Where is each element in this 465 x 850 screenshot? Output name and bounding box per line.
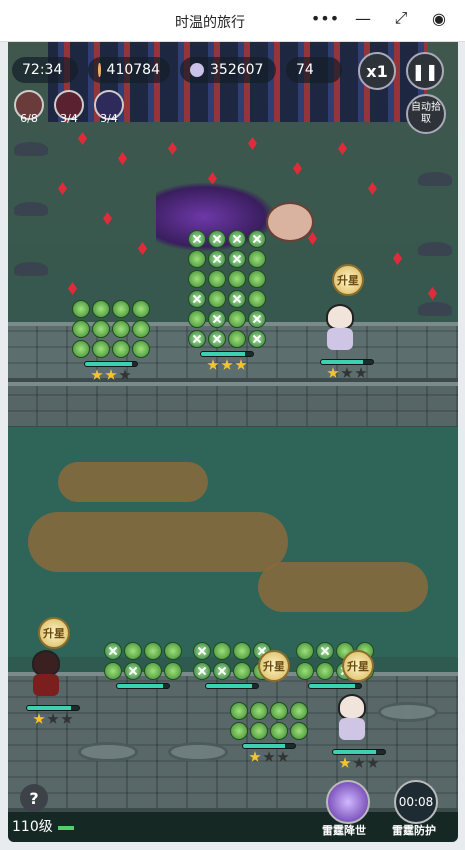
cooldown-timer: 00:08 bbox=[398, 795, 434, 809]
ult-label: 雷霆降世 bbox=[322, 824, 366, 837]
boss-egg bbox=[266, 202, 314, 242]
skill-count: 3/4 bbox=[100, 112, 118, 125]
minimize-icon[interactable]: — bbox=[351, 6, 375, 30]
upgrade-star-button[interactable]: 升星 bbox=[332, 264, 364, 296]
kill-value: 74 bbox=[296, 62, 314, 78]
unit-stars bbox=[26, 713, 80, 725]
mud-patch bbox=[28, 512, 288, 572]
speed-button[interactable]: x1 bbox=[358, 52, 396, 90]
skill-count: 3/4 bbox=[60, 112, 78, 125]
unit-hp-bar bbox=[84, 361, 138, 367]
help-button[interactable]: ? bbox=[20, 784, 48, 812]
coin-counter: 410784 bbox=[88, 57, 170, 83]
hero-sprite bbox=[320, 304, 360, 356]
unit-stars bbox=[320, 367, 374, 379]
unit-slot[interactable] bbox=[230, 702, 308, 763]
score-value: 352607 bbox=[210, 62, 264, 78]
upgrade-star-button[interactable]: 升星 bbox=[258, 650, 290, 682]
hero-sprite bbox=[26, 650, 66, 702]
timer-text: 72:34 bbox=[22, 62, 63, 78]
coin-icon bbox=[98, 63, 101, 77]
bat-enemy bbox=[418, 242, 452, 256]
game-canvas[interactable]: 72:34 410784 352607 74 x1 ❚❚ 自动拾取 6/8 3/… bbox=[8, 42, 458, 842]
bat-enemy bbox=[418, 302, 452, 316]
unit-slot[interactable] bbox=[104, 642, 182, 691]
thunder-guard-skill-button[interactable]: 00:08 bbox=[394, 780, 438, 824]
bat-enemy bbox=[14, 202, 48, 216]
upgrade-star-button[interactable]: 升星 bbox=[38, 617, 70, 649]
pause-button[interactable]: ❚❚ bbox=[406, 52, 444, 90]
screen: 时温的旅行 ••• — ⤢ ◉ 72:34 410784 352607 74 x… bbox=[0, 0, 465, 850]
more-dots-icon[interactable]: ••• bbox=[311, 6, 339, 30]
unit-hp-bar bbox=[332, 749, 386, 755]
unit-hp-bar bbox=[116, 683, 170, 689]
player-level: 110级 bbox=[12, 819, 53, 835]
status-bar: 110级 bbox=[8, 812, 458, 842]
restore-icon[interactable]: ⤢ bbox=[389, 6, 413, 30]
timer-display: 72:34 bbox=[12, 57, 78, 83]
thunder-strike-skill-button[interactable] bbox=[326, 780, 370, 824]
unit-slot[interactable] bbox=[332, 694, 386, 769]
unit-hp-bar bbox=[320, 359, 374, 365]
upgrade-star-button[interactable]: 升星 bbox=[342, 650, 374, 682]
bat-enemy bbox=[14, 142, 48, 156]
tower-base bbox=[78, 742, 138, 762]
tower-base bbox=[168, 742, 228, 762]
unit-slot[interactable] bbox=[26, 650, 80, 725]
record-close-icon[interactable]: ◉ bbox=[427, 6, 451, 30]
mud-patch bbox=[258, 562, 428, 612]
pause-icon: ❚❚ bbox=[411, 61, 439, 81]
unit-stars bbox=[72, 369, 150, 381]
gem-icon bbox=[190, 63, 204, 77]
coin-value: 410784 bbox=[106, 62, 160, 78]
unit-slot[interactable] bbox=[72, 300, 150, 381]
unit-stars bbox=[230, 751, 308, 763]
auto-pickup-button[interactable]: 自动拾取 bbox=[406, 94, 446, 134]
score-counter: 352607 bbox=[180, 57, 276, 83]
mud-patch bbox=[58, 462, 208, 502]
title-bar: 时温的旅行 ••• — ⤢ ◉ bbox=[0, 0, 465, 42]
unit-stars bbox=[188, 359, 266, 371]
unit-stars bbox=[332, 757, 386, 769]
unit-slot[interactable] bbox=[188, 230, 266, 371]
unit-hp-bar bbox=[242, 743, 296, 749]
unit-hp-bar bbox=[308, 683, 362, 689]
upper-walkway bbox=[8, 382, 458, 430]
unit-hp-bar bbox=[205, 683, 259, 689]
unit-slot[interactable] bbox=[320, 304, 374, 379]
window-controls: ••• — ⤢ ◉ bbox=[311, 6, 451, 30]
kill-counter: 74 bbox=[286, 57, 342, 83]
bat-enemy bbox=[418, 172, 452, 186]
unit-hp-bar bbox=[26, 705, 80, 711]
tower-base bbox=[378, 702, 438, 722]
window-title: 时温的旅行 bbox=[175, 15, 245, 31]
level-progress bbox=[58, 826, 74, 830]
skill-count: 6/8 bbox=[20, 112, 38, 125]
hero-sprite bbox=[332, 694, 372, 746]
unit-hp-bar bbox=[200, 351, 254, 357]
bat-enemy bbox=[14, 262, 48, 276]
ult-label: 雷霆防护 bbox=[392, 824, 436, 837]
